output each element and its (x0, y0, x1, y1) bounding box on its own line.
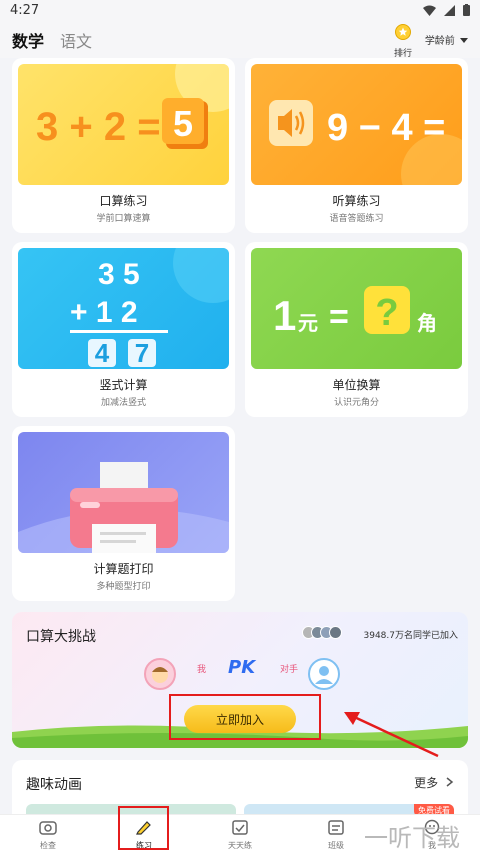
status-icons (423, 4, 470, 16)
nav-item-daily-practice[interactable]: 天天练 (210, 819, 270, 851)
svg-text:5: 5 (173, 103, 193, 144)
mental-arithmetic-thumbnail: 3 + 2 = 5 (18, 64, 229, 185)
trophy-icon (395, 24, 411, 40)
opponent-label: 对手 (280, 665, 299, 675)
svg-text:=: = (329, 298, 349, 336)
listening-arithmetic-thumbnail: 9 − 4 = (251, 64, 462, 185)
svg-text:元: 元 (298, 311, 318, 335)
card-subtitle: 语音答题练习 (329, 214, 384, 224)
nav-item-class[interactable]: 班级 (306, 819, 366, 851)
highlight-box-practice-tab (118, 806, 169, 850)
status-time: 4:27 (10, 3, 40, 18)
card-mental-arithmetic[interactable]: 3 + 2 = 5 口算练习 学前口算速算 (12, 58, 235, 233)
card-title: 口算练习 (99, 194, 148, 208)
svg-text:3 + 2 =: 3 + 2 = (36, 105, 161, 149)
nav-label: 检查 (40, 841, 56, 850)
nav-label: 班级 (328, 841, 344, 850)
red-arrow-annotation (344, 712, 439, 758)
fun-animations-section: 趣味动画 更多 免费试看 (12, 760, 468, 820)
card-unit-conversion[interactable]: 1 元 = ? 角 单位换算 认识元角分 (245, 242, 468, 417)
section-title: 趣味动画 (26, 777, 82, 793)
svg-text:7: 7 (135, 338, 149, 368)
svg-text:3 5: 3 5 (98, 258, 140, 291)
my-avatar (144, 658, 176, 690)
camera-icon (39, 821, 57, 835)
wifi-icon (423, 5, 436, 16)
class-icon (328, 820, 344, 835)
card-subtitle: 学前口算速算 (96, 214, 151, 224)
more-link[interactable]: 更多 (414, 774, 454, 791)
svg-text:4: 4 (95, 338, 110, 368)
card-subtitle: 认识元角分 (333, 398, 379, 408)
joined-count: 3948.7万名同学已加入 (363, 631, 459, 641)
age-label: 学龄前 (424, 36, 455, 47)
watermark: 一听下载 (364, 824, 460, 852)
svg-text:?: ? (375, 292, 398, 334)
card-title: 竖式计算 (99, 378, 148, 392)
age-selector[interactable]: 学龄前 (425, 32, 468, 47)
card-vertical-calculation[interactable]: 3 5 + 1 2 4 7 竖式计算 加减法竖式 (12, 242, 235, 417)
pk-label: PK (228, 657, 256, 678)
status-bar: 4:27 (0, 0, 480, 22)
chevron-right-icon (446, 777, 454, 787)
tab-chinese[interactable]: 语文 (60, 28, 92, 52)
svg-text:角: 角 (417, 311, 437, 335)
svg-text:1: 1 (273, 292, 296, 339)
subject-tabs: 数学 语文 排行榜 学龄前 (0, 22, 480, 72)
card-title: 听算练习 (332, 194, 381, 208)
opponent-avatar (308, 658, 340, 690)
card-subtitle: 加减法竖式 (100, 398, 146, 408)
unit-conversion-thumbnail: 1 元 = ? 角 (251, 248, 462, 369)
card-listening-arithmetic[interactable]: 9 − 4 = 听算练习 语音答题练习 (245, 58, 468, 233)
nav-label: 天天练 (228, 841, 252, 850)
signal-icon (444, 4, 455, 16)
me-label: 我 (197, 665, 207, 675)
dropdown-arrow-icon (460, 38, 468, 43)
more-label: 更多 (414, 776, 439, 790)
avatar (329, 626, 342, 639)
card-title: 计算题打印 (93, 562, 154, 576)
nav-item-check[interactable]: 检查 (18, 819, 78, 851)
svg-text:+ 1 2: + 1 2 (70, 296, 138, 329)
card-print-problems[interactable]: 计算题打印 多种题型打印 (12, 426, 235, 601)
joined-avatars (302, 626, 342, 639)
svg-text:9 − 4 =: 9 − 4 = (327, 107, 445, 149)
challenge-title: 口算大挑战 (26, 629, 96, 645)
calendar-check-icon (232, 820, 248, 835)
vertical-calculation-thumbnail: 3 5 + 1 2 4 7 (18, 248, 229, 369)
card-title: 单位换算 (332, 378, 381, 392)
highlight-box-join-button (169, 694, 321, 740)
tab-math[interactable]: 数学 (12, 28, 44, 52)
card-subtitle: 多种题型打印 (96, 582, 151, 592)
print-problems-thumbnail (18, 432, 229, 553)
battery-icon (463, 4, 470, 16)
